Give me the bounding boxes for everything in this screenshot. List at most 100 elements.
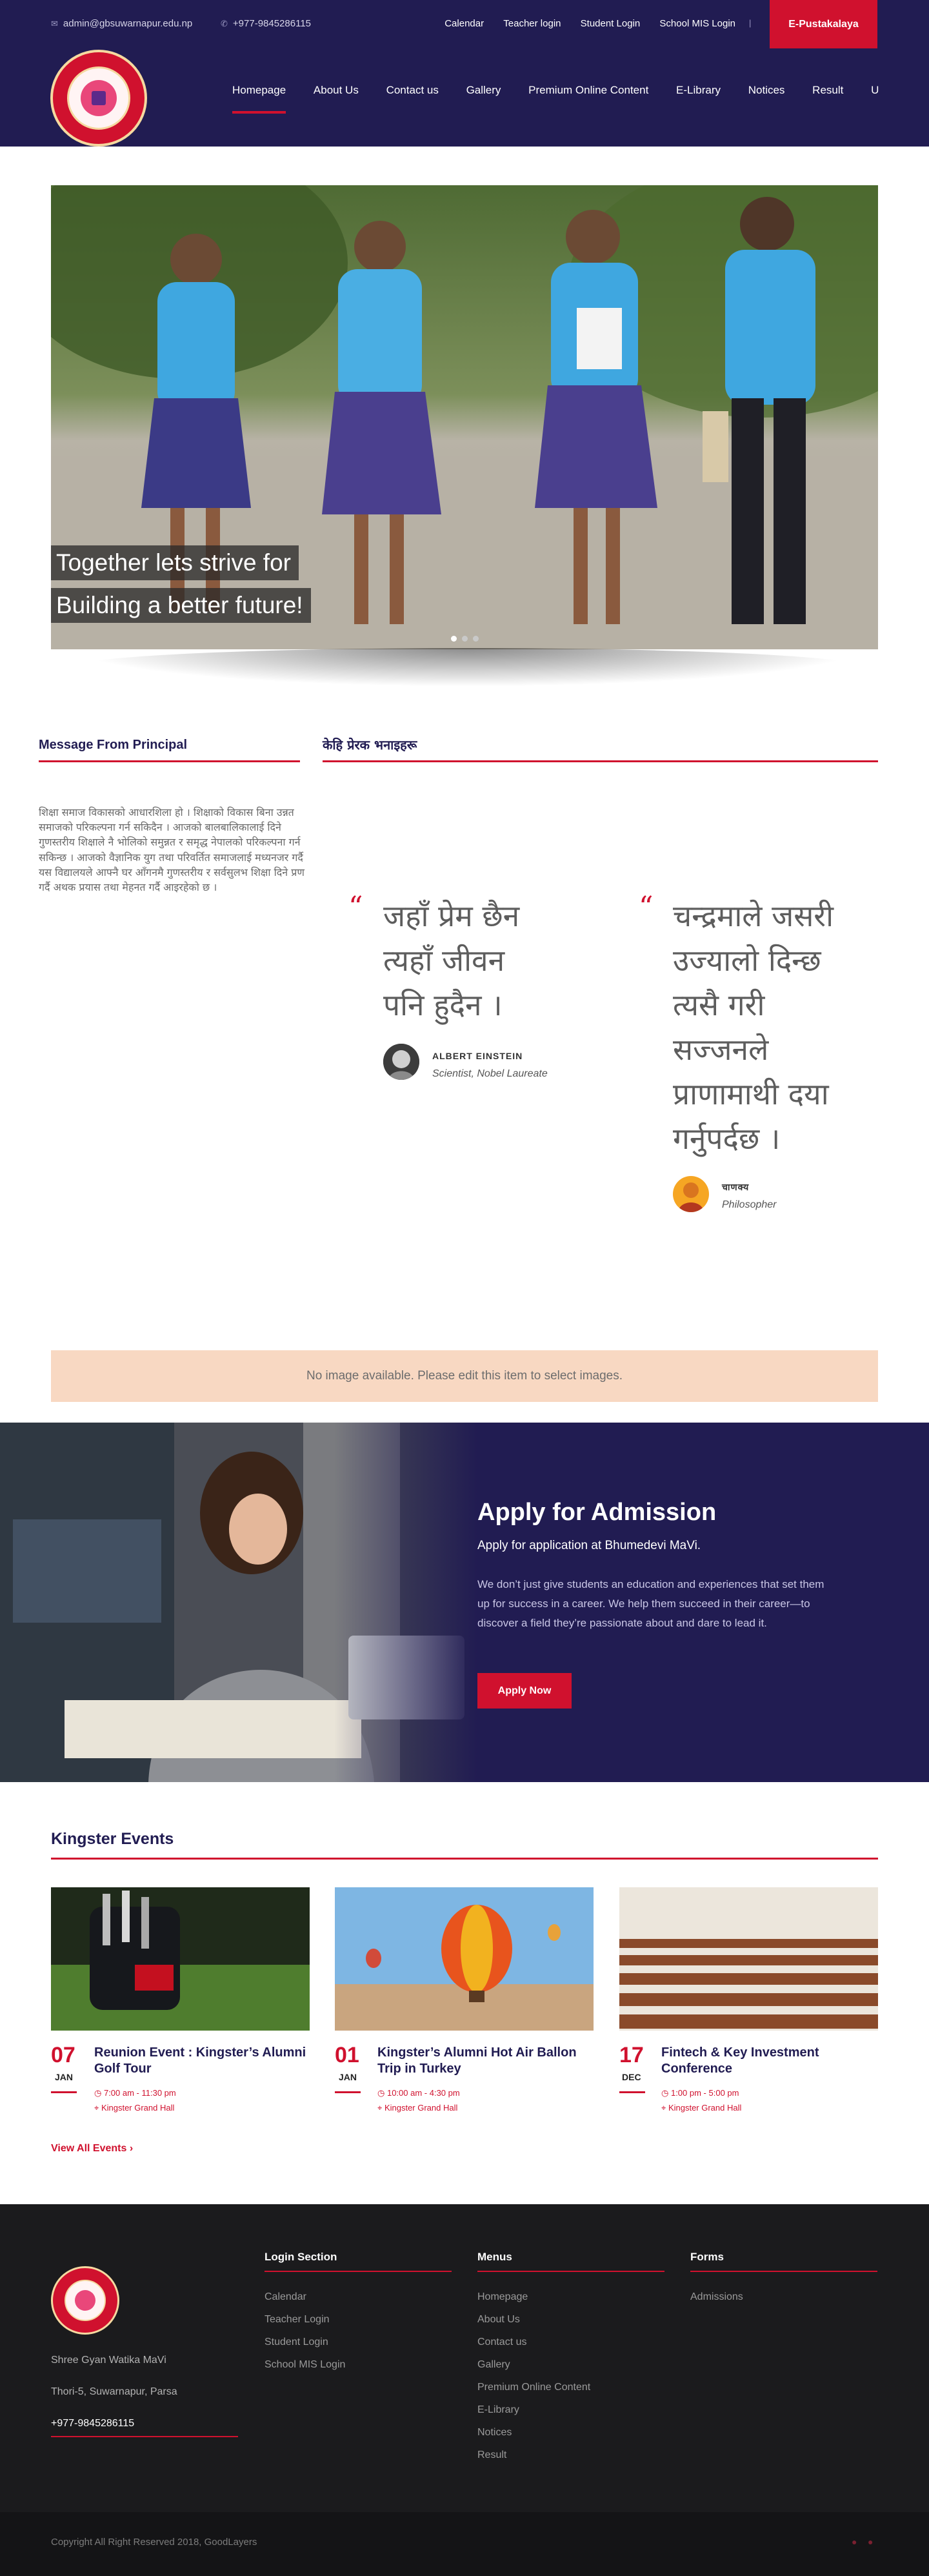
event-image-golf[interactable] [51,1887,310,2031]
footer-link-student-login[interactable]: Student Login [265,2337,328,2348]
event-day: 07 [51,2043,75,2067]
quote-author-chanakya: चाणक्य [722,1182,750,1193]
avatar-einstein [383,1044,419,1080]
quote-mark-icon: “ [639,891,654,924]
event-location-text: Kingster Grand Hall [384,2103,458,2113]
footer-menu-homepage[interactable]: Homepage [477,2291,528,2303]
copyright-bar: Copyright All Right Reserved 2018, GoodL… [0,2512,929,2576]
event-title-golf[interactable]: Reunion Event : Kingster’s Alumni Golf T… [94,2045,307,2077]
event-month: DEC [622,2072,641,2082]
clock-icon: ◷ [94,2088,104,2098]
slider-dot[interactable] [451,636,457,642]
event-day: 17 [619,2043,644,2067]
nav-item-contact-us[interactable]: Contact us [386,84,439,97]
slider-dot[interactable] [473,636,479,642]
event-time: ◷ 7:00 am - 11:30 pm [94,2088,176,2098]
events-section-title: Kingster Events [51,1830,174,1848]
quote-role-chanakya: Philosopher [722,1199,777,1210]
view-all-events-label[interactable]: View All Events [51,2143,126,2154]
clock-icon: ◷ [661,2088,671,2098]
event-time: ◷ 1:00 pm - 5:00 pm [661,2088,739,2098]
quote-text-einstein: जहाँ प्रेम छैन त्यहाँ जीवन पनि हुदैन । [383,898,520,1022]
footer-form-admissions[interactable]: Admissions [690,2291,743,2303]
email-text[interactable]: admin@gbsuwarnapur.edu.np [63,18,192,29]
event-date-bar [619,2091,645,2093]
footer-link-teacher-login[interactable]: Teacher Login [265,2314,330,2326]
footer-menu-premium-content[interactable]: Premium Online Content [477,2382,590,2393]
e-pustakalaya-button[interactable]: E-Pustakalaya [770,0,877,48]
footer-menu-notices[interactable]: Notices [477,2427,512,2439]
logo-emblem [81,80,117,116]
nav-item-notices[interactable]: Notices [748,84,785,97]
nav-item-premium-content[interactable]: Premium Online Content [528,84,648,97]
logo-book-icon [92,91,106,105]
events-title-underline [51,1858,878,1860]
clock-icon: ◷ [377,2088,387,2098]
location-icon: ⌖ [94,2103,101,2113]
admission-body: We don’t just give students an education… [477,1578,824,1629]
top-link-teacher-login[interactable]: Teacher login [503,18,561,29]
footer-title-underline [265,2271,452,2272]
hero-shadow [71,648,864,687]
footer-menu-contact-us[interactable]: Contact us [477,2337,526,2348]
top-link-mis-login[interactable]: School MIS Login [659,18,735,29]
nav-item-gallery[interactable]: Gallery [466,84,501,97]
nav-item-about-us[interactable]: About Us [314,84,359,97]
top-link-student-login[interactable]: Student Login [581,18,641,29]
social-icon[interactable]: ● [868,2537,873,2547]
footer-menu-result[interactable]: Result [477,2449,506,2461]
separator-icon: | [749,18,752,28]
footer-phone[interactable]: +977-9845286115 [51,2418,238,2437]
event-image-hall[interactable] [619,1887,878,2031]
email-contact[interactable]: ✉ admin@gbsuwarnapur.edu.np [51,18,192,29]
hero-slider[interactable]: Together lets strive for Building a bett… [51,185,878,649]
logo-inner-ring [67,66,130,130]
footer-menu-e-library[interactable]: E-Library [477,2404,519,2416]
slider-dot[interactable] [462,636,468,642]
event-location-text: Kingster Grand Hall [668,2103,742,2113]
view-all-events-link[interactable]: View All Events › [51,2143,133,2155]
footer-link-calendar[interactable]: Calendar [265,2291,306,2303]
footer-link-mis-login[interactable]: School MIS Login [265,2359,345,2371]
avatar-chanakya [673,1176,709,1212]
quote-author-einstein: ALBERT EINSTEIN [432,1051,523,1061]
admission-subtitle: Apply for application at Bhumedevi MaVi. [477,1539,701,1552]
quote-role-einstein: Scientist, Nobel Laureate [432,1068,548,1079]
school-logo[interactable] [50,50,147,147]
event-image-balloon[interactable] [335,1887,594,2031]
footer-school-name: Shree Gyan Watika MaVi [51,2355,166,2366]
nav-item-e-library[interactable]: E-Library [676,84,721,97]
social-icon[interactable]: ● [852,2537,857,2547]
main-navbar: Homepage About Us Contact us Gallery Pre… [0,48,929,147]
footer-menu-gallery[interactable]: Gallery [477,2359,510,2371]
event-title-balloon[interactable]: Kingster’s Alumni Hot Air Ballon Trip in… [377,2045,590,2077]
quote-text-chanakya: चन्द्रमाले जसरी उज्यालो दिन्छ त्यसै गरी … [673,898,834,1156]
event-day: 01 [335,2043,359,2067]
footer-menu-about-us[interactable]: About Us [477,2314,520,2326]
footer-menus-title: Menus [477,2251,512,2263]
phone-text[interactable]: +977-9845286115 [233,18,311,29]
event-location: ⌖ Kingster Grand Hall [94,2103,174,2113]
apply-now-button[interactable]: Apply Now [477,1673,572,1709]
nav-item-result[interactable]: Result [812,84,843,97]
principal-title-underline [39,760,300,762]
footer-login-title: Login Section [265,2251,337,2263]
location-icon: ⌖ [377,2103,385,2113]
footer-logo-ring [65,2280,106,2321]
quotes-section-title: केहि प्रेरक भनाइहरू [323,737,417,753]
event-title-fintech[interactable]: Fintech & Key Investment Conference [661,2045,874,2077]
top-link-calendar[interactable]: Calendar [445,18,484,29]
chevron-right-icon: › [126,2143,134,2154]
hero-caption-line2: Building a better future! [51,588,311,623]
nav-item-overflow[interactable]: U [871,84,879,97]
footer-logo[interactable] [51,2266,119,2335]
location-icon: ⌖ [661,2103,668,2113]
principal-message: शिक्षा समाज विकासको आधारशिला हो । शिक्षा… [39,806,305,893]
nav-item-homepage[interactable]: Homepage [232,84,286,114]
event-time-text: 10:00 am - 4:30 pm [386,2088,460,2098]
footer-logo-emblem [75,2290,95,2311]
slider-dots [451,633,484,645]
footer-title-underline [477,2271,664,2272]
phone-contact[interactable]: ✆ +977-9845286115 [221,18,311,29]
event-date-bar [51,2091,77,2093]
